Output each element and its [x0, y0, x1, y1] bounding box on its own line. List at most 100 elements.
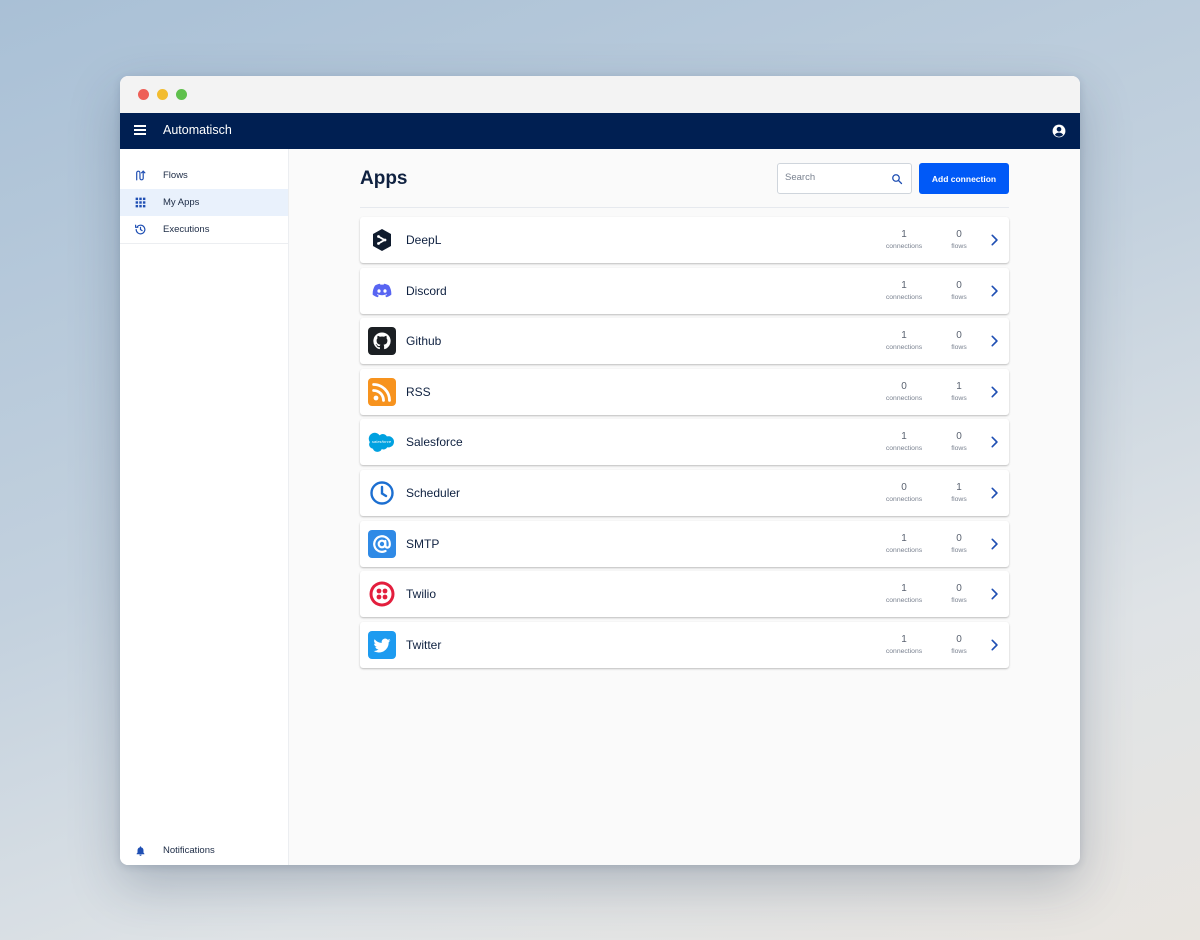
flows-count: 1 flows: [934, 482, 984, 503]
flows-count: 0 flows: [934, 280, 984, 301]
salesforce-logo-text: salesforce: [372, 440, 392, 445]
connections-count: 0 connections: [879, 381, 929, 402]
main-content: Apps Add connection DeepL 1 connections: [290, 149, 1080, 865]
salesforce-logo: salesforce: [368, 433, 394, 453]
app-card-smtp[interactable]: SMTP 1 connections 0 flows: [360, 520, 1009, 567]
flows-value: 0: [956, 229, 962, 240]
flows-count: 0 flows: [934, 634, 984, 655]
flows-label: flows: [951, 495, 967, 503]
app-card-scheduler[interactable]: Scheduler 0 connections 1 flows: [360, 469, 1009, 516]
flows-value: 0: [956, 279, 962, 291]
connections-count: 1 connections: [879, 533, 929, 554]
flows-label: flows: [951, 597, 967, 605]
flows-value: 0: [956, 532, 962, 544]
connections-value: 1: [901, 431, 907, 443]
app-name: Github: [406, 334, 442, 349]
app-card-rss[interactable]: RSS 0 connections 1 flows: [360, 368, 1009, 415]
flows-value: 0: [956, 330, 962, 342]
chevron-right-icon[interactable]: [987, 334, 1001, 348]
connections-label: connections: [885, 597, 923, 605]
chevron-right-icon[interactable]: [987, 537, 1001, 551]
connections-value: 1: [901, 583, 907, 595]
flows-count: 0 flows: [934, 431, 984, 452]
sidebar-item-flows[interactable]: Flows: [120, 162, 288, 189]
sidebar-item-label: Flows: [163, 170, 188, 181]
connections-value: 1: [901, 229, 907, 240]
maximize-window-button[interactable]: [176, 89, 187, 100]
app-card-discord[interactable]: Discord 1 connections 0 flows: [360, 267, 1009, 314]
chevron-right-icon[interactable]: [987, 587, 1001, 601]
connections-count: 1 connections: [879, 330, 929, 351]
header-divider: [360, 207, 1009, 208]
flows-value: 0: [956, 633, 962, 645]
flows-count: 0 flows: [934, 583, 984, 604]
discord-logo: [372, 283, 392, 297]
connections-label: connections: [885, 243, 923, 250]
connections-value: 1: [901, 633, 907, 645]
app-name: Twitter: [406, 637, 442, 652]
chevron-right-icon[interactable]: [987, 435, 1001, 449]
connections-count: 1 connections: [879, 229, 929, 250]
app-name: SMTP: [406, 536, 440, 551]
search-box[interactable]: [777, 163, 912, 194]
flows-count: 0 flows: [934, 330, 984, 351]
scheduler-logo: [370, 481, 394, 505]
history-icon: [135, 224, 146, 235]
connections-label: connections: [885, 546, 923, 554]
connections-label: connections: [885, 495, 923, 503]
connections-value: 0: [901, 380, 907, 392]
search-input[interactable]: [785, 172, 885, 183]
smtp-logo: [368, 529, 396, 558]
app-name: Scheduler: [406, 485, 461, 500]
flows-count: 1 flows: [934, 381, 984, 402]
flows-label: flows: [951, 445, 967, 453]
rss-logo: [368, 377, 396, 406]
sidebar: Flows My Apps Executions Notifications: [120, 149, 289, 865]
connections-value: 1: [901, 279, 907, 291]
chevron-right-icon[interactable]: [987, 486, 1001, 500]
connections-label: connections: [885, 344, 923, 352]
app-card-twitter[interactable]: Twitter 1 connections 0 flows: [360, 621, 1009, 668]
close-window-button[interactable]: [138, 89, 149, 100]
connections-count: 1 connections: [879, 280, 929, 301]
add-connection-button[interactable]: Add connection: [919, 163, 1009, 194]
app-card-github[interactable]: Github 1 connections 0 flows: [360, 318, 1009, 365]
notifications-label: Notifications: [163, 845, 215, 856]
chevron-right-icon[interactable]: [987, 385, 1001, 399]
connections-value: 1: [901, 532, 907, 544]
sidebar-item-label: My Apps: [163, 197, 200, 208]
app-card-deepl[interactable]: DeepL 1 connections 0 flows: [360, 217, 1009, 263]
app-card-twilio[interactable]: Twilio 1 connections 0 flows: [360, 571, 1009, 618]
flows-count: 0 flows: [934, 533, 984, 554]
app-name: Salesforce: [406, 435, 463, 450]
minimize-window-button[interactable]: [157, 89, 168, 100]
sidebar-item-my-apps[interactable]: My Apps: [120, 189, 288, 216]
app-card-salesforce[interactable]: salesforce Salesforce 1 connections 0 fl…: [360, 419, 1009, 466]
search-icon[interactable]: [891, 173, 903, 185]
chevron-right-icon[interactable]: [987, 284, 1001, 298]
sidebar-item-label: Executions: [163, 224, 210, 235]
app-list: DeepL 1 connections 0 flows Discord 1 co…: [360, 217, 1009, 672]
app-name: Discord: [406, 283, 447, 298]
flow-icon: [136, 170, 146, 181]
connections-count: 0 connections: [879, 482, 929, 503]
hamburger-menu-icon[interactable]: [134, 125, 146, 135]
sidebar-item-executions[interactable]: Executions: [120, 216, 288, 243]
apps-grid-icon: [135, 197, 146, 208]
chevron-right-icon[interactable]: [987, 638, 1001, 652]
flows-label: flows: [951, 546, 967, 554]
app-title: Automatisch: [163, 123, 232, 137]
chevron-right-icon[interactable]: [987, 233, 1001, 247]
connections-label: connections: [885, 647, 923, 655]
account-circle-icon[interactable]: [1052, 124, 1066, 138]
app-name: RSS: [406, 384, 431, 399]
sidebar-item-notifications[interactable]: Notifications: [120, 843, 289, 859]
flows-label: flows: [951, 243, 967, 250]
github-logo: [368, 327, 396, 356]
browser-window: Automatisch Flows My Apps Executions Not…: [120, 76, 1080, 865]
bell-icon: [136, 846, 145, 856]
flows-value: 1: [956, 380, 962, 392]
flows-value: 0: [956, 583, 962, 595]
twilio-logo: [369, 581, 395, 607]
flows-label: flows: [951, 293, 967, 301]
